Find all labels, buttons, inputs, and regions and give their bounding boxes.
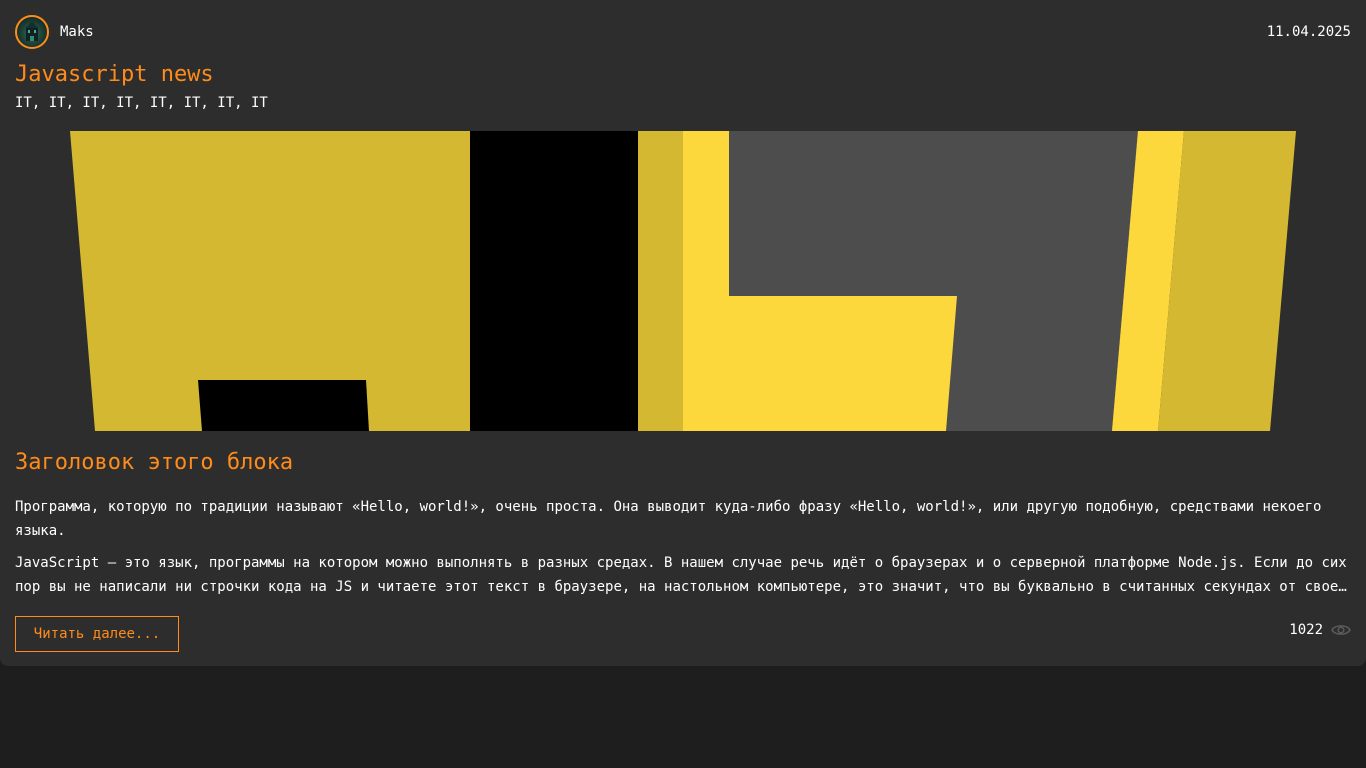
author-name[interactable]: Maks [60,24,94,40]
post-paragraph-2: JavaScript — это язык, программы на кото… [15,555,1347,595]
views-counter: 1022 [1289,622,1351,638]
post-header: Maks 11.04.2025 [15,15,1351,49]
post-banner-image [70,131,1296,431]
read-more-button[interactable]: Читать далее... [15,616,179,652]
post-tags: IT, IT, IT, IT, IT, IT, IT, IT [15,95,268,111]
views-count: 1022 [1289,622,1323,638]
post-paragraph-1: Программа, которую по традиции называют … [15,499,1322,539]
avatar-image [26,21,38,41]
author-block[interactable]: Maks [15,15,94,49]
banner-yellow-strip [638,131,683,431]
banner-black-bar [470,131,638,431]
post-date: 11.04.2025 [1266,24,1351,40]
banner-j-notch [198,380,369,431]
avatar[interactable] [15,15,49,49]
block-title: Заголовок этого блока [15,450,294,475]
post-title[interactable]: Javascript news [15,60,214,90]
eye-icon [1331,623,1351,637]
post-card: Maks 11.04.2025 Javascript news IT, IT, … [0,0,1366,666]
